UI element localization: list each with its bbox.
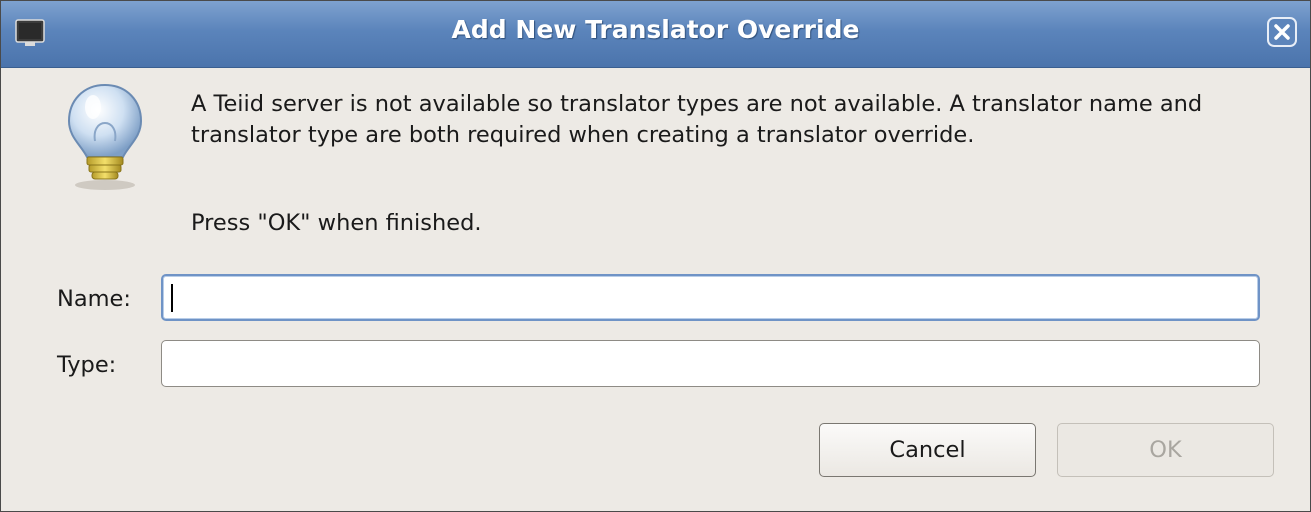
- close-icon[interactable]: [1267, 17, 1297, 47]
- ok-button[interactable]: OK: [1057, 423, 1274, 477]
- lightbulb-icon: [67, 83, 143, 190]
- text-caret: [171, 284, 173, 312]
- type-input[interactable]: [161, 340, 1260, 387]
- window-title: Add New Translator Override: [451, 15, 860, 44]
- type-label: Type:: [57, 352, 117, 378]
- cancel-button[interactable]: Cancel: [819, 423, 1036, 477]
- name-input[interactable]: [161, 274, 1260, 321]
- dialog-hint: Press "OK" when finished.: [191, 210, 482, 236]
- dialog-window: Add New Translator Override A Teiid serv…: [0, 0, 1311, 512]
- dialog-message: A Teiid server is not available so trans…: [191, 91, 1203, 148]
- title-bar[interactable]: Add New Translator Override: [1, 1, 1310, 68]
- name-label: Name:: [57, 286, 131, 312]
